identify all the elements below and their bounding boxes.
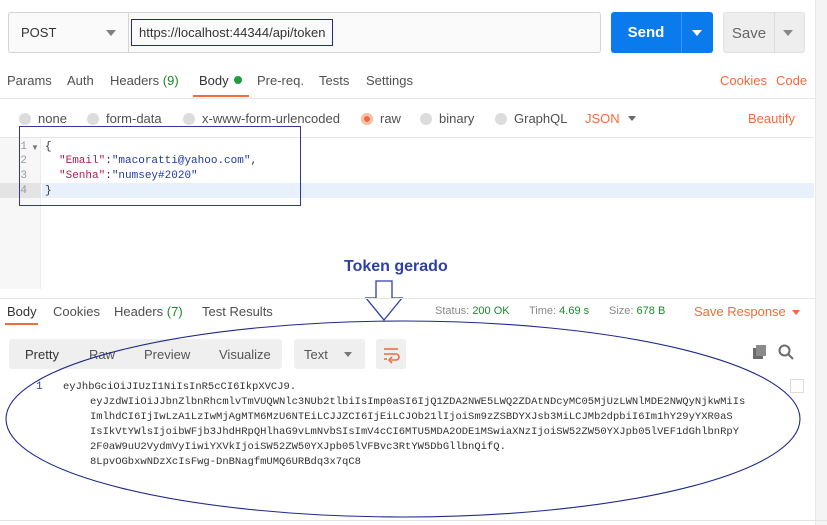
save-divider xyxy=(774,13,775,52)
tab-headers[interactable]: Headers (9) xyxy=(110,73,179,88)
format-chevron-down-icon[interactable] xyxy=(628,116,636,121)
radio-raw-label: raw xyxy=(380,111,401,126)
active-tab-indicator xyxy=(193,95,249,97)
tab-auth[interactable]: Auth xyxy=(67,73,94,88)
code-link[interactable]: Code xyxy=(776,73,807,88)
save-label: Save xyxy=(731,25,767,42)
response-tab-headers[interactable]: Headers (7) xyxy=(114,304,183,319)
response-tab-cookies[interactable]: Cookies xyxy=(53,304,100,319)
format-select[interactable]: JSON xyxy=(585,111,620,126)
tab-headers-label: Headers xyxy=(110,73,160,88)
response-tab-test-results[interactable]: Test Results xyxy=(202,304,273,319)
bottom-border xyxy=(0,520,827,521)
radio-binary[interactable]: binary xyxy=(420,111,475,126)
body-indicator-dot-icon xyxy=(233,76,242,84)
send-label: Send xyxy=(627,24,665,41)
radio-graphql-label: GraphQL xyxy=(514,111,568,126)
response-divider xyxy=(0,298,819,299)
radio-graphql[interactable]: GraphQL xyxy=(495,111,568,126)
radio-raw[interactable]: raw xyxy=(361,111,401,126)
chevron-down-icon xyxy=(106,30,116,36)
token-annotation-label: Token gerado xyxy=(344,258,448,275)
save-options-chevron-icon[interactable] xyxy=(783,30,793,36)
cookies-link[interactable]: Cookies xyxy=(720,73,767,88)
time-label: Time: xyxy=(529,305,557,317)
window-scrollbar[interactable] xyxy=(815,0,827,525)
radio-raw-selected-icon xyxy=(361,113,373,125)
beautify-link[interactable]: Beautify xyxy=(748,111,795,126)
status-readout: Status: 200 OK xyxy=(435,305,510,317)
radio-none-label: none xyxy=(38,111,67,126)
down-arrow-icon xyxy=(364,280,404,322)
size-label: Size: xyxy=(609,305,634,317)
radio-binary-label: binary xyxy=(439,111,475,126)
time-readout: Time: 4.69 s xyxy=(529,305,589,317)
radio-form-data-icon xyxy=(87,113,99,125)
method-label: POST xyxy=(21,25,57,40)
tab-prereq[interactable]: Pre-req. xyxy=(257,73,304,88)
status-label: Status: xyxy=(435,305,470,317)
radio-urlencoded-label: x-www-form-urlencoded xyxy=(202,111,340,126)
size-value: 678 B xyxy=(636,305,666,317)
response-tab-body[interactable]: Body xyxy=(7,304,37,319)
tab-params[interactable]: Params xyxy=(7,73,52,88)
radio-none-icon xyxy=(19,113,31,125)
radio-none[interactable]: none xyxy=(19,111,67,126)
save-response-button[interactable]: Save Response xyxy=(694,304,786,319)
save-button[interactable]: Save xyxy=(723,12,805,53)
status-value: 200 OK xyxy=(472,305,510,317)
radio-urlencoded-icon xyxy=(183,113,195,125)
response-tab-headers-label: Headers xyxy=(114,304,164,319)
url-text: https://localhost:44344/api/token xyxy=(131,19,334,46)
radio-urlencoded[interactable]: x-www-form-urlencoded xyxy=(183,111,340,126)
send-divider xyxy=(681,12,682,53)
time-value: 4.69 s xyxy=(559,305,590,317)
send-options-chevron-icon[interactable] xyxy=(692,30,702,36)
url-input[interactable]: https://localhost:44344/api/token xyxy=(128,12,601,53)
size-readout: Size: 678 B xyxy=(609,305,665,317)
response-tab-headers-count: (7) xyxy=(166,304,183,319)
radio-form-data[interactable]: form-data xyxy=(87,111,162,126)
radio-form-data-label: form-data xyxy=(106,111,162,126)
tab-body[interactable]: Body xyxy=(199,73,242,88)
method-select[interactable]: POST xyxy=(8,12,128,53)
radio-graphql-icon xyxy=(495,113,507,125)
send-button[interactable]: Send xyxy=(611,12,713,53)
tab-settings[interactable]: Settings xyxy=(366,73,413,88)
tab-tests[interactable]: Tests xyxy=(319,73,349,88)
save-response-chevron-icon[interactable] xyxy=(792,310,800,315)
tab-headers-count: (9) xyxy=(162,73,179,88)
tab-body-label: Body xyxy=(199,73,229,88)
token-highlight-ellipse xyxy=(5,320,801,518)
code-highlight-box xyxy=(19,126,301,206)
radio-binary-icon xyxy=(420,113,432,125)
tabs-divider xyxy=(0,98,819,99)
